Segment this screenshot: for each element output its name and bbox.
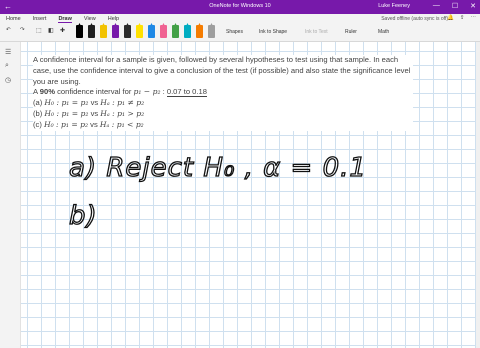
window-controls: — ☐ ✕ (433, 2, 476, 10)
tab-home[interactable]: Home (6, 16, 21, 23)
title-bar: ← OneNote for Windows 10 Luke Feeney — ☐… (0, 0, 480, 14)
nav-menu-icon[interactable]: ☰ (5, 48, 11, 56)
tab-draw[interactable]: Draw (58, 16, 72, 23)
menu-bar: Home Insert Draw View Help Saved offline… (0, 14, 480, 23)
ink-to-shape-button[interactable]: Ink to Shape (259, 29, 287, 35)
pen-9[interactable] (172, 25, 179, 38)
maximize-icon[interactable]: ☐ (452, 2, 458, 10)
tab-insert[interactable]: Insert (33, 16, 47, 23)
tab-help[interactable]: Help (108, 16, 119, 23)
notifications-icon[interactable]: 🔔 (447, 15, 454, 21)
page-canvas[interactable]: A confidence interval for a sample is gi… (21, 42, 480, 348)
pen-6[interactable] (136, 25, 143, 38)
pen-3[interactable] (100, 25, 107, 38)
pen-1[interactable] (76, 25, 83, 38)
ink-to-text-button[interactable]: Ink to Text (305, 29, 328, 35)
shapes-button[interactable]: Shapes (226, 29, 243, 35)
user-name[interactable]: Luke Feeney (378, 3, 410, 9)
tab-view[interactable]: View (84, 16, 96, 23)
handwriting-layer: a) Reject H₀ , α = 0.1 b) (68, 152, 367, 231)
lasso-icon[interactable]: ⬚ (36, 27, 42, 34)
pen-5[interactable] (124, 25, 131, 38)
vertical-scrollbar[interactable] (476, 42, 480, 348)
close-icon[interactable]: ✕ (470, 2, 476, 10)
pen-8[interactable] (160, 25, 167, 38)
redo-icon[interactable]: ↷ (20, 27, 25, 33)
undo-icon[interactable]: ↶ (6, 27, 11, 33)
pen-2[interactable] (88, 25, 95, 38)
sync-status: Saved offline (auto sync is off) (381, 15, 448, 22)
math-button[interactable]: Math (378, 29, 389, 35)
draw-toolbar: ↶ ↷ ⬚ ◧ ✚ Shapes Ink to Shape Ink to Tex… (0, 23, 480, 42)
pen-11[interactable] (196, 25, 203, 38)
eraser-icon[interactable]: ◧ (48, 27, 54, 34)
pen-12[interactable] (208, 25, 215, 38)
ruler-button[interactable]: Ruler (345, 29, 357, 35)
pen-7[interactable] (148, 25, 155, 38)
handwritten-answer-a: a) Reject H₀ , α = 0.1 (69, 153, 367, 183)
pen-4[interactable] (112, 25, 119, 38)
minimize-icon[interactable]: — (433, 2, 440, 10)
share-icon[interactable]: ⇪ (460, 15, 465, 21)
search-icon[interactable]: ⌕ (5, 62, 9, 70)
add-pen-icon[interactable]: ✚ (60, 27, 65, 34)
more-icon[interactable]: ⋯ (471, 15, 477, 21)
left-nav: ☰ ⌕ ◷ (0, 42, 21, 348)
pen-10[interactable] (184, 25, 191, 38)
handwritten-label-b: b) (69, 201, 98, 231)
recent-icon[interactable]: ◷ (5, 76, 11, 84)
